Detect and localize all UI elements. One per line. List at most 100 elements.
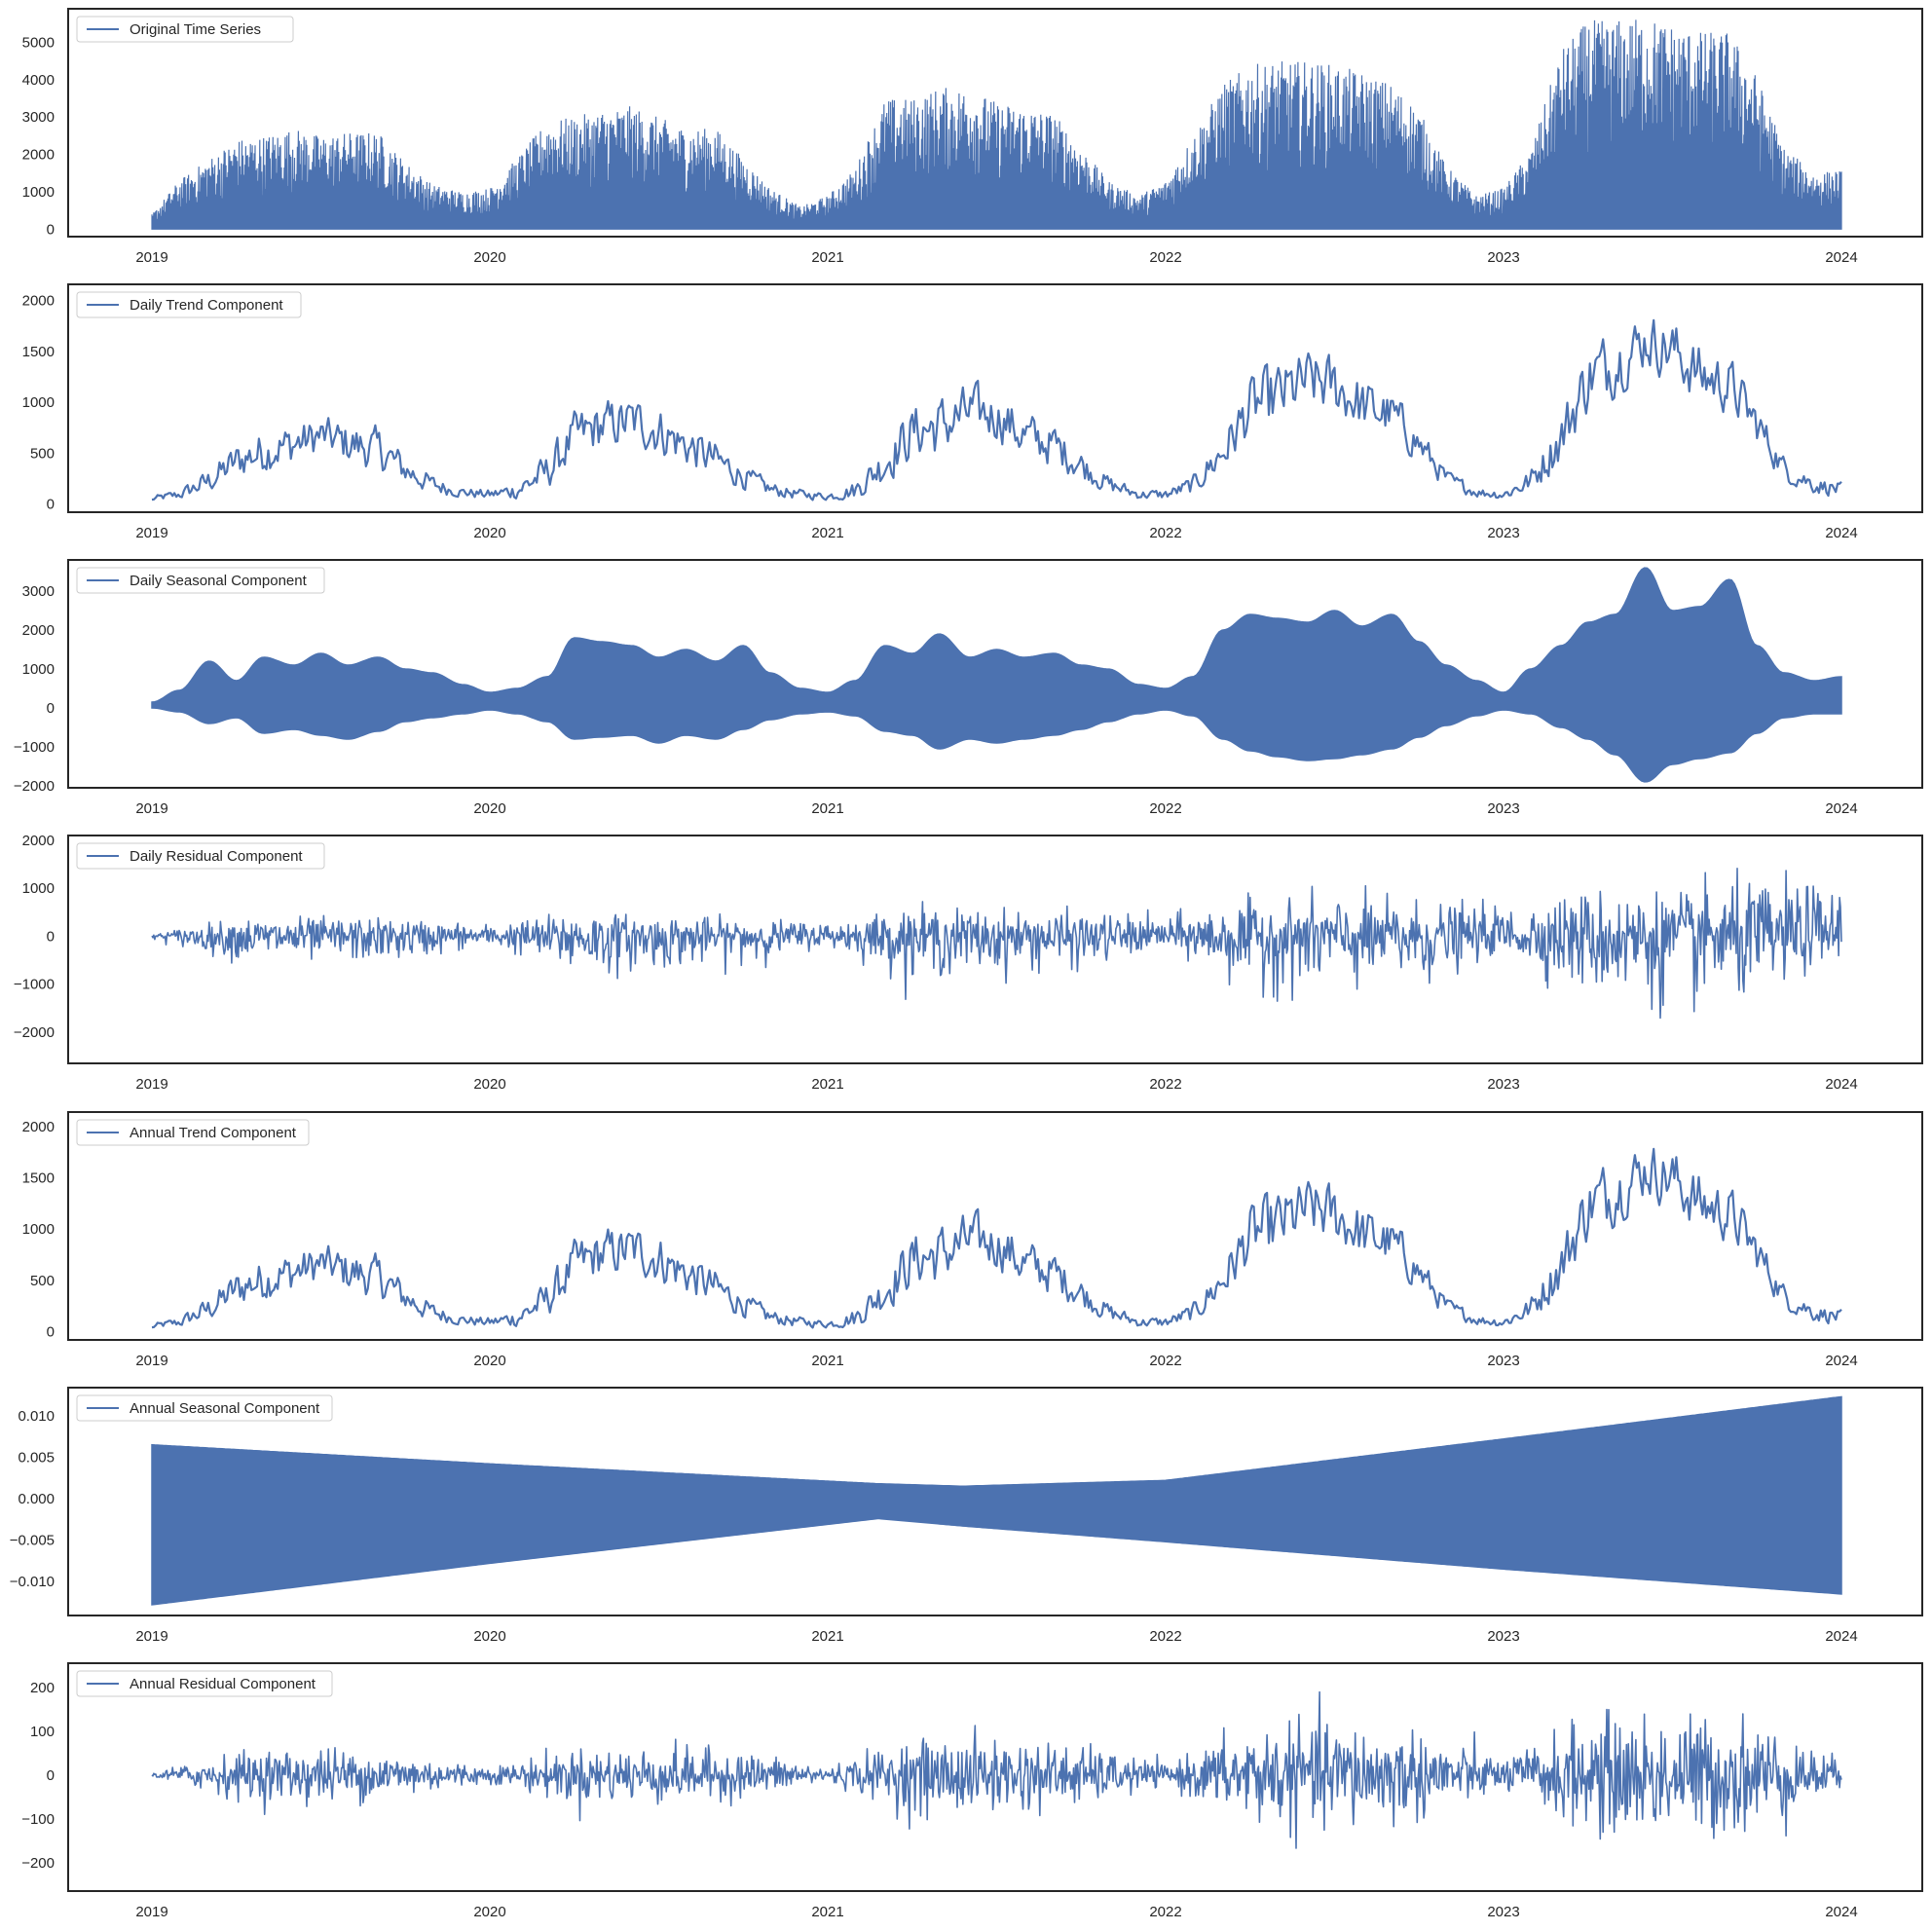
x-tick-label: 2023	[1487, 1076, 1519, 1093]
x-tick-label: 2024	[1825, 1076, 1857, 1093]
x-tick-label: 2024	[1825, 800, 1857, 817]
axes-frame	[67, 283, 1923, 513]
y-tick-label: 5000	[22, 35, 55, 52]
x-tick-label: 2021	[811, 1628, 843, 1645]
legend: Annual Trend Component	[76, 1119, 310, 1146]
subplot-6: −0.010 −0.005 0.000 0.005 0.010 2019 2020 2021 2…	[10, 1387, 1923, 1645]
y-tick-label: 0	[47, 928, 55, 945]
subplot-7: −200 −100 0 100 200 2019 2020 2021 2022 2023 2024 A…	[21, 1662, 1923, 1920]
y-tick-label: 0	[47, 1324, 55, 1341]
y-tick-label: 0	[47, 221, 55, 238]
x-tick-label: 2022	[1149, 1628, 1181, 1645]
x-tick-label: 2024	[1825, 249, 1857, 266]
x-tick-label: 2021	[811, 1076, 843, 1093]
x-tick-label: 2023	[1487, 1353, 1519, 1369]
y-tick-label: −100	[21, 1811, 55, 1828]
x-tick-label: 2019	[135, 249, 167, 266]
y-tick-label: 0.005	[18, 1449, 55, 1466]
y-tick-label: 1000	[22, 1221, 55, 1238]
series-line	[151, 1690, 1842, 1849]
x-tick-label: 2022	[1149, 1076, 1181, 1093]
x-tick-label: 2021	[811, 1353, 843, 1369]
legend: Daily Residual Component	[76, 842, 325, 870]
legend-label: Daily Trend Component	[130, 297, 283, 314]
y-tick-label: −200	[21, 1855, 55, 1872]
x-tick-label: 2023	[1487, 525, 1519, 541]
plot-area	[151, 1395, 1842, 1606]
x-tick-label: 2021	[811, 525, 843, 541]
x-tick-label: 2019	[135, 525, 167, 541]
x-tick-label: 2019	[135, 800, 167, 817]
subplot-1: 0 1000 2000 3000 4000 5000 2019 2020 2021 2022 202…	[22, 8, 1923, 266]
y-tick-label: 2000	[22, 622, 55, 639]
x-tick-label: 2024	[1825, 1628, 1857, 1645]
plot-area	[151, 19, 1842, 230]
plot-area	[151, 318, 1842, 501]
y-tick-label: −0.005	[10, 1533, 55, 1549]
x-tick-label: 2021	[811, 1904, 843, 1920]
legend: Original Time Series	[76, 16, 294, 43]
y-tick-label: 1000	[22, 661, 55, 678]
legend-label: Annual Residual Component	[130, 1676, 316, 1692]
plot-area	[151, 868, 1842, 1020]
x-tick-label: 2020	[473, 1353, 505, 1369]
x-tick-label: 2023	[1487, 249, 1519, 266]
legend-label: Annual Seasonal Component	[130, 1400, 320, 1417]
x-tick-label: 2022	[1149, 1353, 1181, 1369]
x-tick-label: 2019	[135, 1076, 167, 1093]
x-tick-label: 2022	[1149, 1904, 1181, 1920]
legend-label: Daily Seasonal Component	[130, 573, 308, 589]
y-tick-label: 1500	[22, 1170, 55, 1186]
x-tick-label: 2019	[135, 1904, 167, 1920]
y-tick-label: 2000	[22, 1119, 55, 1135]
legend: Daily Seasonal Component	[76, 567, 325, 594]
series-area	[151, 1395, 1842, 1606]
x-tick-label: 2020	[473, 1628, 505, 1645]
subplot-4: −2000 −1000 0 1000 2000 2019 2020 2021 2022 2023 2…	[14, 833, 1923, 1093]
x-tick-label: 2020	[473, 1076, 505, 1093]
plot-area	[151, 1147, 1842, 1329]
x-tick-label: 2024	[1825, 1353, 1857, 1369]
x-tick-label: 2020	[473, 249, 505, 266]
series-line	[151, 868, 1842, 1020]
y-tick-label: −1000	[14, 739, 55, 756]
x-tick-label: 2020	[473, 525, 505, 541]
y-tick-label: 4000	[22, 72, 55, 89]
x-tick-label: 2023	[1487, 800, 1519, 817]
y-tick-label: 0	[47, 497, 55, 513]
legend: Annual Residual Component	[76, 1670, 333, 1697]
y-tick-label: 0.010	[18, 1408, 55, 1425]
y-tick-label: 2000	[22, 147, 55, 164]
x-tick-label: 2022	[1149, 249, 1181, 266]
y-tick-label: 0	[47, 1767, 55, 1784]
legend-label: Annual Trend Component	[130, 1125, 297, 1141]
legend: Annual Seasonal Component	[76, 1394, 333, 1422]
subplot-2: 0 500 1000 1500 2000 2019 2020 2021 2022 2023 2024…	[22, 283, 1923, 541]
subplot-5: 0 500 1000 1500 2000 2019 2020 2021 2022 2023 2024…	[22, 1111, 1923, 1369]
y-tick-label: 500	[30, 445, 55, 462]
y-tick-label: 2000	[22, 293, 55, 310]
y-tick-label: 1500	[22, 344, 55, 360]
series-area	[151, 567, 1842, 783]
y-tick-label: 2000	[22, 833, 55, 849]
series-line	[151, 1147, 1842, 1329]
x-tick-label: 2020	[473, 1904, 505, 1920]
x-tick-label: 2024	[1825, 525, 1857, 541]
x-tick-label: 2023	[1487, 1628, 1519, 1645]
x-tick-label: 2019	[135, 1628, 167, 1645]
y-tick-label: −1000	[14, 977, 55, 993]
y-tick-label: 1000	[22, 184, 55, 201]
y-tick-label: 1000	[22, 880, 55, 897]
x-tick-label: 2020	[473, 800, 505, 817]
y-tick-label: 0	[47, 700, 55, 717]
y-tick-label: 100	[30, 1724, 55, 1740]
y-tick-label: 500	[30, 1273, 55, 1289]
x-tick-label: 2023	[1487, 1904, 1519, 1920]
y-tick-label: 3000	[22, 583, 55, 600]
subplot-3: −2000 −1000 0 1000 2000 3000 2019 2020 2021 2022 2…	[14, 559, 1923, 817]
plot-area	[151, 1690, 1842, 1849]
plot-area	[151, 567, 1842, 783]
x-tick-label: 2022	[1149, 525, 1181, 541]
y-tick-label: 1000	[22, 394, 55, 411]
legend-label: Daily Residual Component	[130, 848, 303, 865]
